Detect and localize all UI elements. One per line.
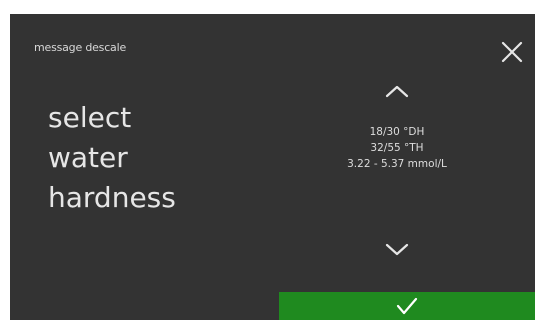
close-icon (501, 41, 523, 63)
chevron-down-icon (385, 243, 409, 256)
instruction-line: water (48, 141, 128, 174)
instruction-line: select (48, 101, 132, 134)
descale-screen: message descale select water hardness 18… (10, 14, 535, 320)
hardness-value-dh: 18/30 °DH (369, 126, 425, 138)
decrease-button[interactable] (377, 239, 417, 261)
screen-title: message descale (34, 41, 127, 54)
checkmark-icon (396, 297, 418, 315)
close-button[interactable] (500, 40, 524, 64)
hardness-values: 18/30 °DH 32/55 °TH 3.22 - 5.37 mmol/L (287, 124, 507, 172)
hardness-value-th: 32/55 °TH (370, 142, 424, 154)
confirm-button[interactable] (279, 292, 535, 320)
instruction-label: select water hardness (48, 98, 176, 218)
chevron-up-icon (385, 85, 409, 98)
hardness-value-mmol: 3.22 - 5.37 mmol/L (347, 158, 447, 170)
instruction-line: hardness (48, 181, 176, 214)
increase-button[interactable] (377, 80, 417, 102)
